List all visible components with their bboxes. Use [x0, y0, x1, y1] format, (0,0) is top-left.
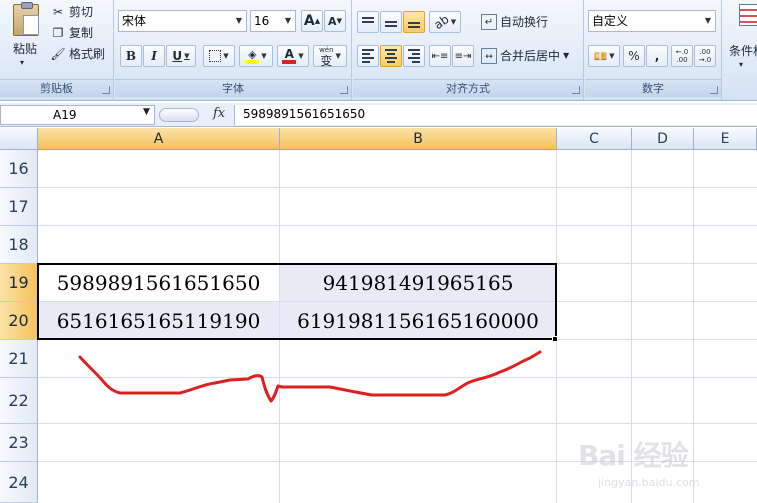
watermark-logo: Bai 经验	[578, 439, 689, 472]
watermark-url: jingyan.baidu.com	[598, 476, 700, 489]
red-annotation-mark	[78, 350, 542, 403]
baidu-watermark: Bai 经验 jingyan.baidu.com	[578, 434, 738, 494]
